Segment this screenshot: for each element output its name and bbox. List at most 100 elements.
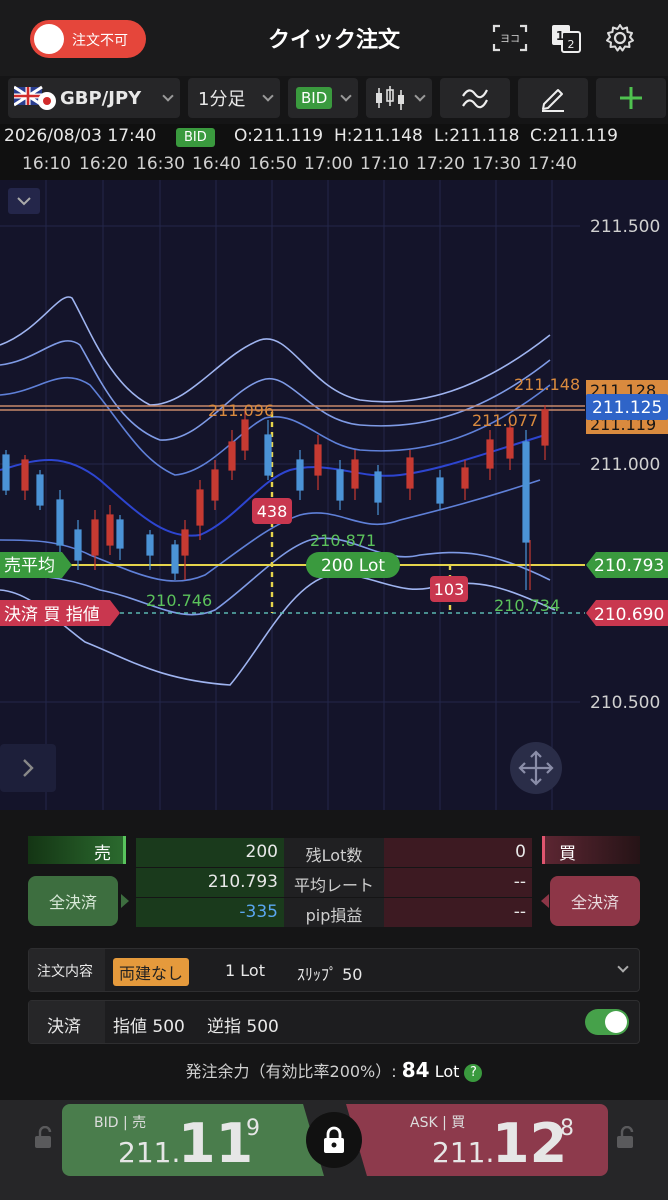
lock-button[interactable] [306, 1112, 362, 1168]
ohlc-high: H:211.148 [334, 126, 423, 146]
arrow-left-icon [541, 894, 549, 908]
time-label: 16:10 [22, 154, 71, 174]
order-settings-label: 注文内容 [29, 949, 105, 991]
svg-text:103: 103 [434, 580, 465, 599]
draw-tool-button[interactable] [518, 78, 588, 118]
timeframe-label: 1分足 [198, 89, 246, 110]
indicator-button[interactable] [440, 78, 510, 118]
low-label: 210.734 [494, 596, 560, 615]
candlestick-icon [376, 86, 404, 110]
ohlc-price-type: BID [176, 128, 215, 147]
row-label: 平均レート [284, 868, 384, 897]
symbol-selector[interactable]: GBP/JPY [8, 78, 180, 118]
price-type-selector[interactable]: BID [288, 78, 358, 118]
peak-label: 211.077 [472, 411, 538, 430]
time-label: 16:20 [79, 154, 128, 174]
unlock-icon[interactable] [32, 1126, 56, 1150]
settle-toggle[interactable] [585, 1009, 629, 1035]
svg-text:1: 1 [556, 29, 564, 43]
buy-header: 買 [542, 836, 640, 864]
buy-button[interactable]: ASK | 買 211. 12 8 [346, 1104, 608, 1176]
settle-label: 決済 [29, 1001, 105, 1043]
chevron-down-icon [262, 90, 274, 102]
unlock-icon[interactable] [614, 1126, 638, 1150]
close-all-buy-button[interactable]: 全決済 [550, 876, 640, 926]
low-label: 210.871 [310, 531, 376, 550]
buy-lot-cell: 0 [384, 838, 532, 867]
margin-row: 発注余力（有効比率200%）: 84 Lot ? [0, 1058, 668, 1082]
slippage-value: ｽﾘｯﾌﾟ 50 [297, 965, 363, 984]
stop-value[interactable]: 逆指 500 [207, 1012, 279, 1037]
axis-price-label: 211.500 [590, 217, 660, 237]
arrow-right-icon [121, 894, 129, 908]
chart-canvas[interactable]: 211.500 211.000 210.500 211.128 211.119 … [0, 180, 668, 810]
chevron-down-icon [340, 90, 352, 102]
bid-label: BID | 売 [94, 1115, 147, 1131]
price-type-label: BID [296, 87, 333, 109]
limit-value[interactable]: 指値 500 [113, 1012, 185, 1037]
svg-text:438: 438 [257, 502, 288, 521]
svg-text:210.793: 210.793 [594, 556, 664, 576]
margin-value: 84 [401, 1058, 430, 1082]
position-panel: 売 買 全決済 全決済 200 残Lot数 0 210.793 平均レート --… [0, 818, 668, 1098]
high-label: 211.148 [514, 375, 580, 394]
settle-settings-row: 決済 指値 500 逆指 500 [28, 1000, 640, 1044]
chevron-down-icon [617, 961, 629, 973]
svg-text:決済 買 指値: 決済 買 指値 [4, 605, 100, 625]
time-label: 17:40 [528, 154, 577, 174]
ohlc-low: L:211.118 [434, 126, 520, 146]
screen-orientation-icon[interactable]: ヨコ [490, 20, 530, 56]
chevron-down-icon [162, 90, 174, 102]
time-label: 17:30 [472, 154, 521, 174]
chart-type-selector[interactable] [366, 78, 432, 118]
sell-header: 売 [28, 836, 126, 864]
time-axis: 16:10 16:20 16:30 16:40 16:50 17:00 17:1… [0, 150, 668, 180]
flag-icon [14, 85, 56, 110]
gear-icon[interactable] [600, 20, 640, 56]
ask-price-prefix: 211. [432, 1136, 495, 1169]
time-label: 16:40 [192, 154, 241, 174]
svg-text:売平均: 売平均 [4, 556, 55, 576]
ohlc-close: C:211.119 [530, 126, 618, 146]
sell-lot-cell: 200 [136, 838, 284, 867]
expand-panel-button[interactable] [0, 744, 56, 792]
margin-unit: Lot [434, 1062, 460, 1081]
ohlc-datetime: 2026/08/03 17:40 [4, 126, 157, 146]
row-label: 残Lot数 [284, 838, 384, 867]
ohlc-bar: 2026/08/03 17:40 BID O:211.119 H:211.148… [0, 124, 668, 150]
ask-label: ASK | 買 [410, 1115, 466, 1131]
pencil-icon [542, 89, 564, 112]
buy-pip-cell: -- [384, 898, 532, 927]
timeframe-selector[interactable]: 1分足 [188, 78, 280, 118]
bid-price-main: 11 [178, 1112, 254, 1175]
add-button[interactable] [596, 78, 666, 118]
time-label: 17:00 [304, 154, 353, 174]
screen-label: ヨコ [500, 34, 520, 45]
order-settings-row[interactable]: 注文内容 両建なし 1 Lot ｽﾘｯﾌﾟ 50 [28, 948, 640, 992]
ohlc-open: O:211.119 [234, 126, 324, 146]
sell-button[interactable]: BID | 売 211. 11 9 [62, 1104, 324, 1176]
plus-icon [620, 87, 642, 109]
axis-price-label: 210.500 [590, 693, 660, 713]
hedge-badge: 両建なし [113, 958, 190, 986]
bid-price-sup: 9 [246, 1116, 260, 1141]
time-label: 16:50 [248, 154, 297, 174]
low-label: 210.746 [146, 591, 212, 610]
svg-text:211.125: 211.125 [592, 398, 662, 418]
collapse-button[interactable] [8, 188, 40, 214]
sell-pip-cell: -335 [136, 898, 284, 927]
close-all-sell-button[interactable]: 全決済 [28, 876, 118, 926]
svg-text:200 Lot: 200 Lot [321, 556, 385, 576]
price-chart[interactable]: 211.500 211.000 210.500 211.128 211.119 … [0, 180, 668, 810]
sell-avg-rate-cell: 210.793 [136, 868, 284, 897]
indicator-icon [462, 89, 488, 109]
one-two-icon[interactable]: 1 2 [546, 20, 586, 56]
ask-price-main: 12 [492, 1112, 568, 1175]
svg-text:210.690: 210.690 [594, 605, 664, 625]
lock-icon [324, 1126, 344, 1153]
margin-label: 発注余力（有効比率200%）: [185, 1062, 397, 1081]
lot-value: 1 Lot [225, 961, 265, 980]
peak-label: 211.096 [208, 401, 274, 420]
help-icon[interactable]: ? [464, 1063, 483, 1082]
chart-toolbar: GBP/JPY 1分足 BID [0, 76, 668, 122]
